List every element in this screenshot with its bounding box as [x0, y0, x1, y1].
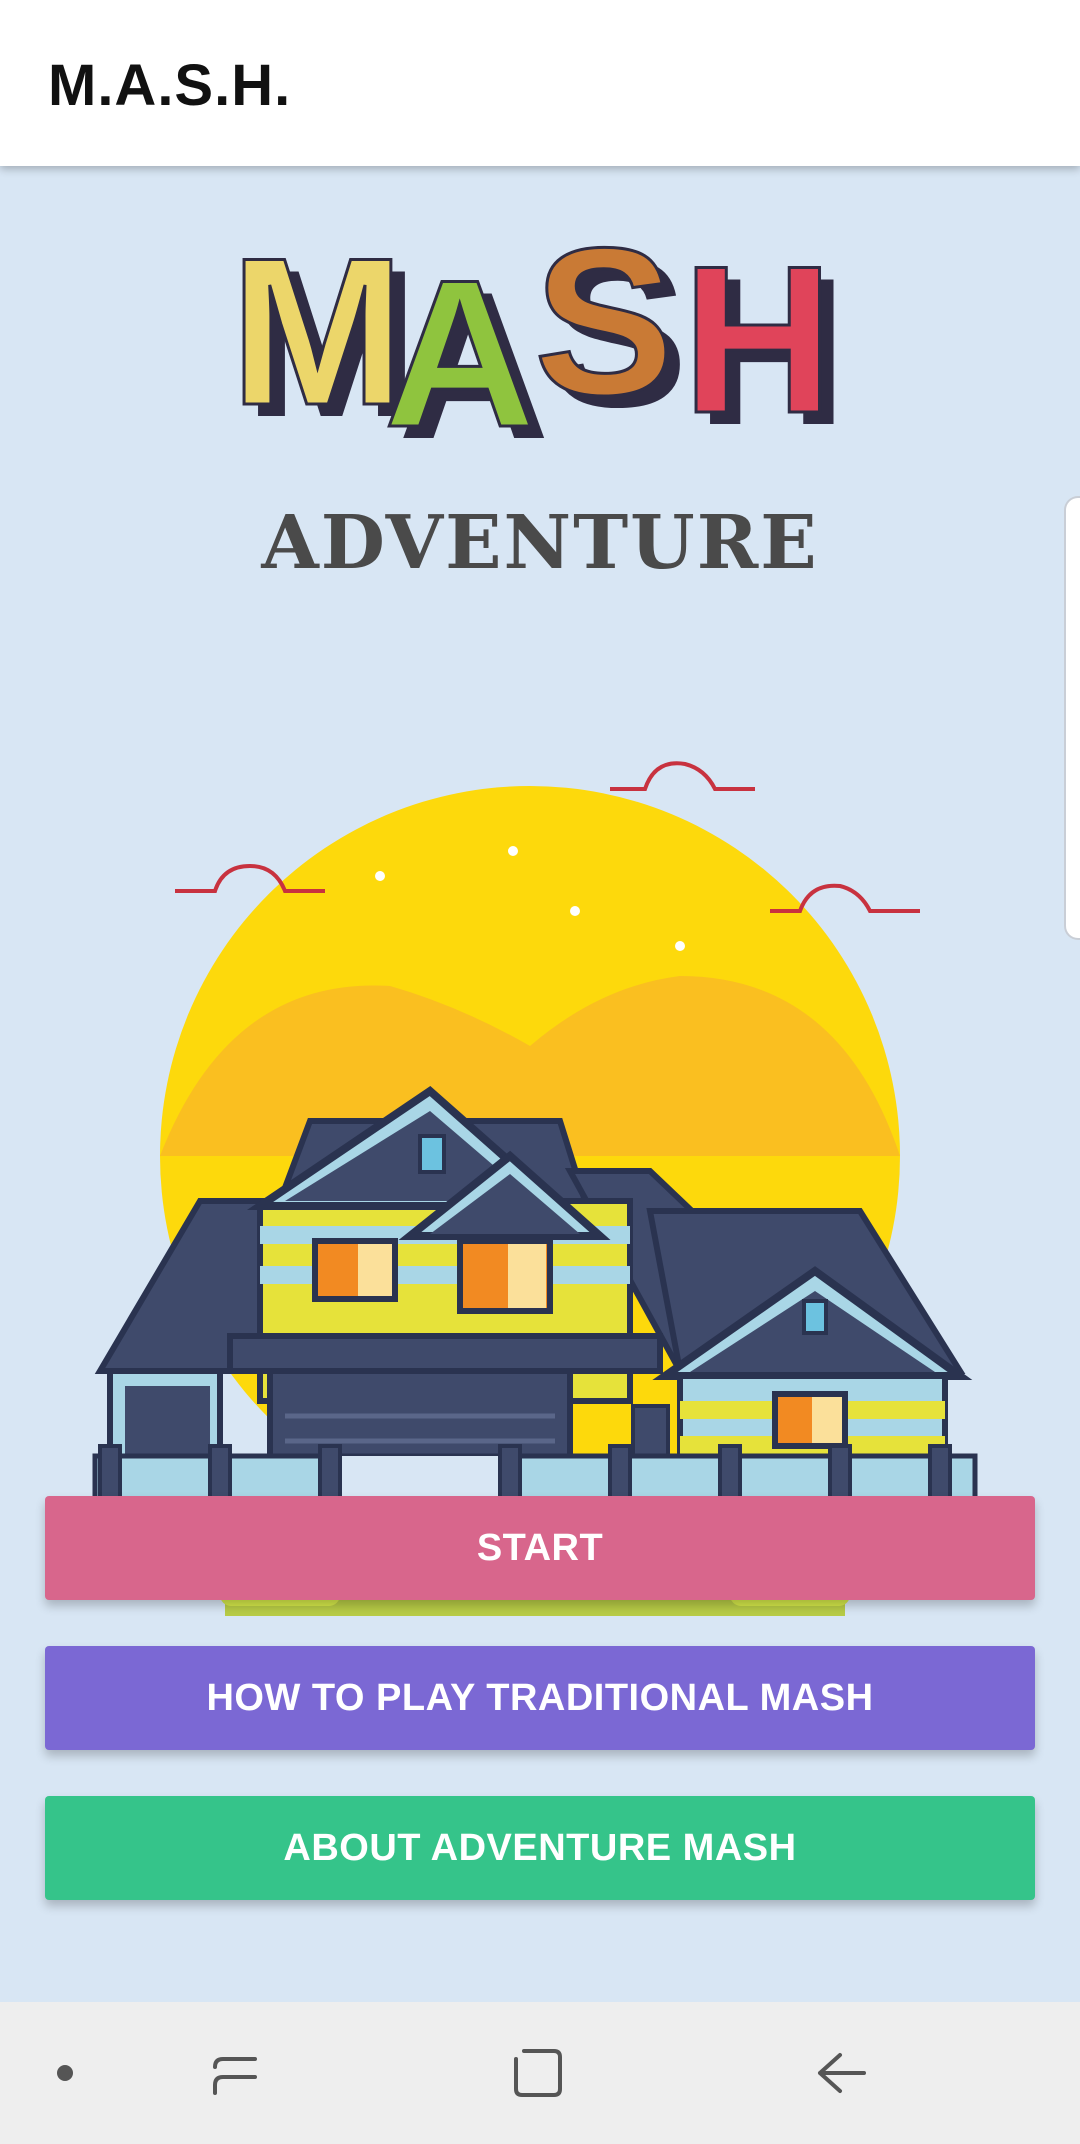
system-nav-bar [0, 2002, 1080, 2144]
back-icon [818, 2053, 866, 2093]
logo-letter-h: H [682, 222, 834, 457]
porch-roof [227, 1333, 663, 1374]
star [508, 846, 518, 856]
gable-window [418, 1134, 446, 1174]
about-button[interactable]: ABOUT ADVENTURE MASH [45, 1796, 1035, 1900]
edge-panel-handle[interactable] [1064, 496, 1080, 940]
star [375, 871, 385, 881]
logo-letter-a: A [384, 236, 536, 471]
home-icon [514, 2049, 562, 2097]
main-content: M A S H M A S H ADVENTURE START HOW TO P… [0, 166, 1080, 2002]
cloud-top [610, 761, 755, 791]
logo-subtitle: ADVENTURE [260, 500, 818, 586]
recent-apps-icon [213, 2057, 257, 2095]
window-1-pane [358, 1244, 392, 1296]
dot-icon [57, 2065, 73, 2081]
app-bar: M.A.S.H. [0, 0, 1080, 166]
logo-letter-m: M [230, 214, 405, 449]
house-illustration [90, 761, 978, 1616]
driveway-gap [330, 1456, 510, 1501]
star [675, 941, 685, 951]
nav-dot[interactable] [40, 2002, 90, 2144]
mash-adventure-logo: M A S H M A S H ADVENTURE [230, 206, 848, 586]
star [570, 906, 580, 916]
app-title: M.A.S.H. [48, 53, 292, 118]
nav-recent-apps[interactable] [195, 2002, 275, 2144]
nav-back[interactable] [800, 2002, 880, 2144]
how-to-play-button[interactable]: HOW TO PLAY TRADITIONAL MASH [45, 1646, 1035, 1750]
start-button[interactable]: START [45, 1496, 1035, 1600]
left-wing-door [125, 1386, 210, 1456]
nav-home[interactable] [498, 2002, 578, 2144]
logo-letter-s: S [534, 206, 674, 439]
window-2-pane [508, 1244, 546, 1308]
